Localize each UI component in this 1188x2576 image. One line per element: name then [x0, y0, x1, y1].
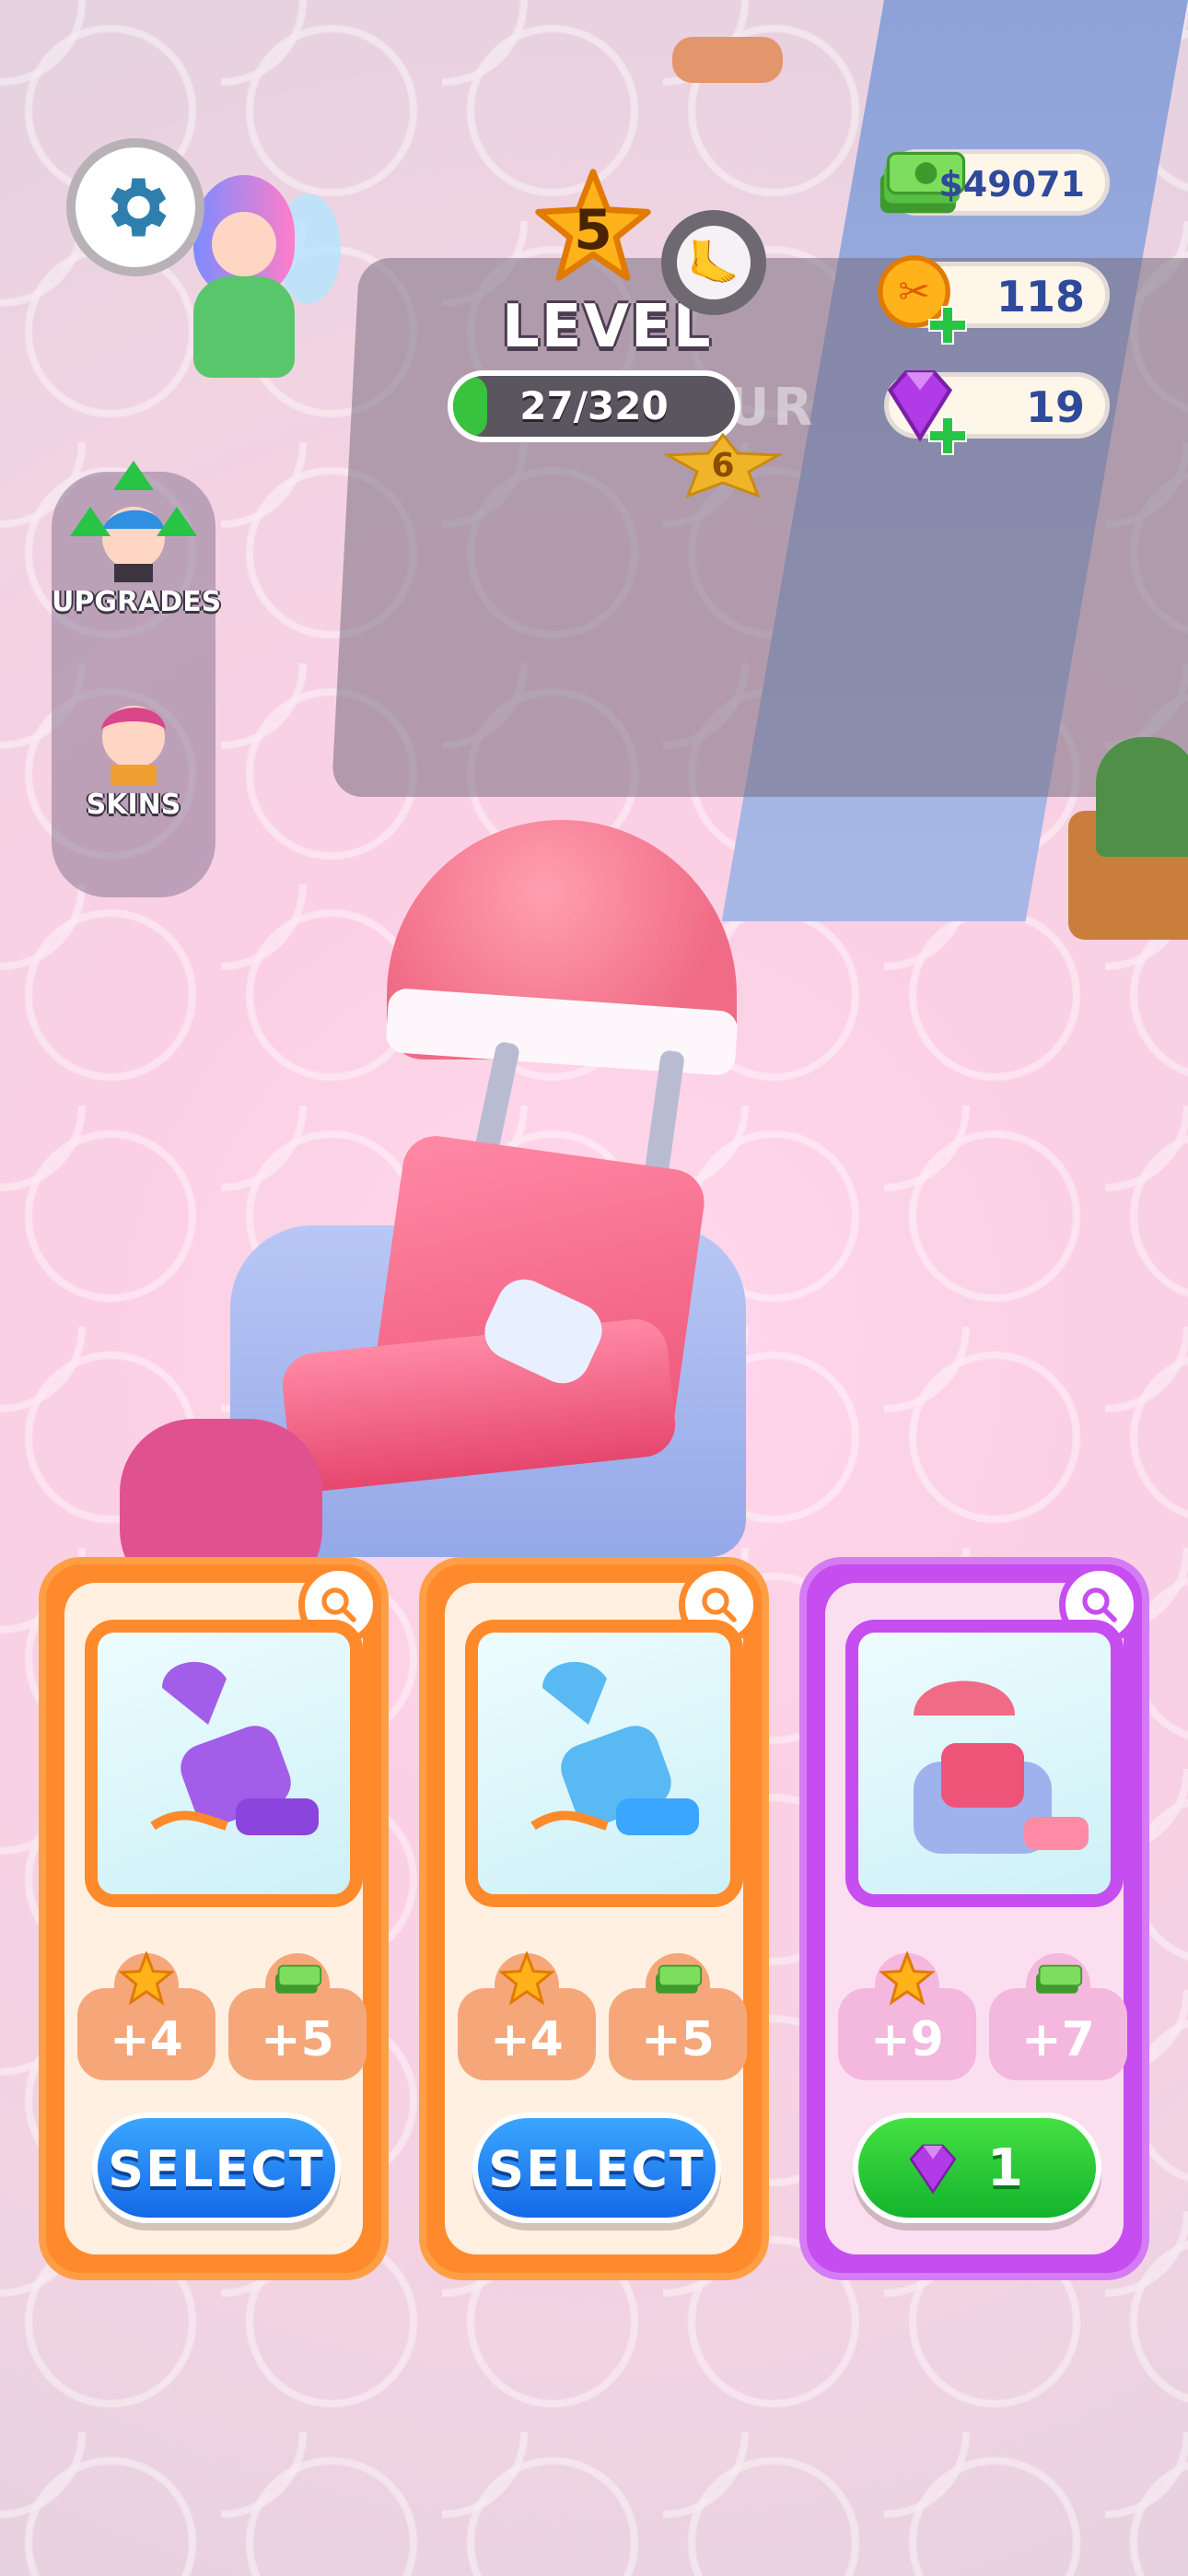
level-number: 5: [574, 198, 612, 263]
plus-icon[interactable]: [926, 303, 970, 347]
item-preview: [85, 1620, 363, 1907]
star-bonus-value: +9: [870, 2012, 944, 2067]
buy-with-gem-button[interactable]: 1: [853, 2113, 1101, 2223]
cash-bonus: +5: [228, 1953, 367, 2080]
star-bonus-value: +4: [110, 2012, 183, 2067]
cactus-plant: [1096, 737, 1188, 857]
cash-bonus-value: +5: [261, 2012, 334, 2067]
skins-label: SKINS: [86, 789, 181, 821]
side-menu: UPGRADES SKINS: [52, 461, 222, 897]
skins-avatar-icon: [83, 684, 184, 785]
level-progress-bar: 27/320: [448, 370, 740, 442]
foot-icon: 🦶: [677, 226, 751, 299]
cash-stack-icon: [1036, 1964, 1083, 1994]
level-star-badge: 5: [532, 166, 654, 287]
upgrades-button[interactable]: UPGRADES: [52, 461, 222, 618]
cash-bonus-value: +5: [641, 2012, 715, 2067]
upgrades-avatar-icon: [70, 461, 197, 582]
star-bonus: +4: [458, 1951, 596, 2080]
chair-card-2: +4 +5 SELECT: [419, 1557, 769, 2280]
cash-bonus: +5: [609, 1953, 747, 2080]
pink-pedicure-chair-icon: [914, 1680, 1089, 1854]
gem-value: 19: [1025, 382, 1085, 432]
star-icon: [119, 1951, 174, 2006]
cash-stack-icon: [275, 1964, 322, 1994]
cash-bonus-value: +7: [1021, 2012, 1095, 2067]
next-level-badge: 6: [649, 433, 797, 498]
cash-value: $49071: [938, 164, 1085, 205]
star-bonus: +4: [77, 1951, 215, 2080]
next-level-number: 6: [711, 446, 735, 485]
item-preview: [465, 1620, 743, 1907]
floor-mat: [672, 37, 783, 83]
gear-icon: [111, 178, 167, 237]
plus-icon[interactable]: [926, 414, 970, 458]
star-icon: [499, 1951, 554, 2006]
select-button[interactable]: SELECT: [472, 2113, 721, 2223]
purple-salon-chair-icon: [150, 1661, 319, 1835]
star-icon: [879, 1951, 935, 2006]
star-bonus: +9: [838, 1951, 976, 2080]
gem-counter[interactable]: 19: [884, 369, 1110, 455]
cash-counter: $49071: [879, 149, 1110, 216]
chair-card-3: +9 +7 1: [799, 1557, 1149, 2280]
upgrades-label: UPGRADES: [52, 586, 222, 618]
blue-salon-chair-icon: [530, 1661, 699, 1835]
gem-price: 1: [987, 2138, 1023, 2198]
coin-counter[interactable]: ✂ 118: [878, 255, 1110, 345]
area-marker[interactable]: 🦶: [654, 210, 774, 348]
level-progress-text: 27/320: [519, 383, 669, 428]
purple-gem-icon: [909, 2144, 957, 2195]
star-bonus-value: +4: [490, 2012, 564, 2067]
select-button-label: SELECT: [108, 2140, 325, 2198]
skins-button[interactable]: SKINS: [52, 684, 215, 821]
coin-value: 118: [996, 272, 1085, 322]
select-button[interactable]: SELECT: [92, 2113, 341, 2223]
select-button-label: SELECT: [488, 2140, 705, 2198]
cash-stack-icon: [656, 1964, 703, 1994]
chair-card-1: +4 +5 SELECT: [39, 1557, 389, 2280]
cash-bonus: +7: [989, 1953, 1127, 2080]
settings-button[interactable]: [66, 138, 204, 276]
item-preview: [845, 1620, 1124, 1907]
